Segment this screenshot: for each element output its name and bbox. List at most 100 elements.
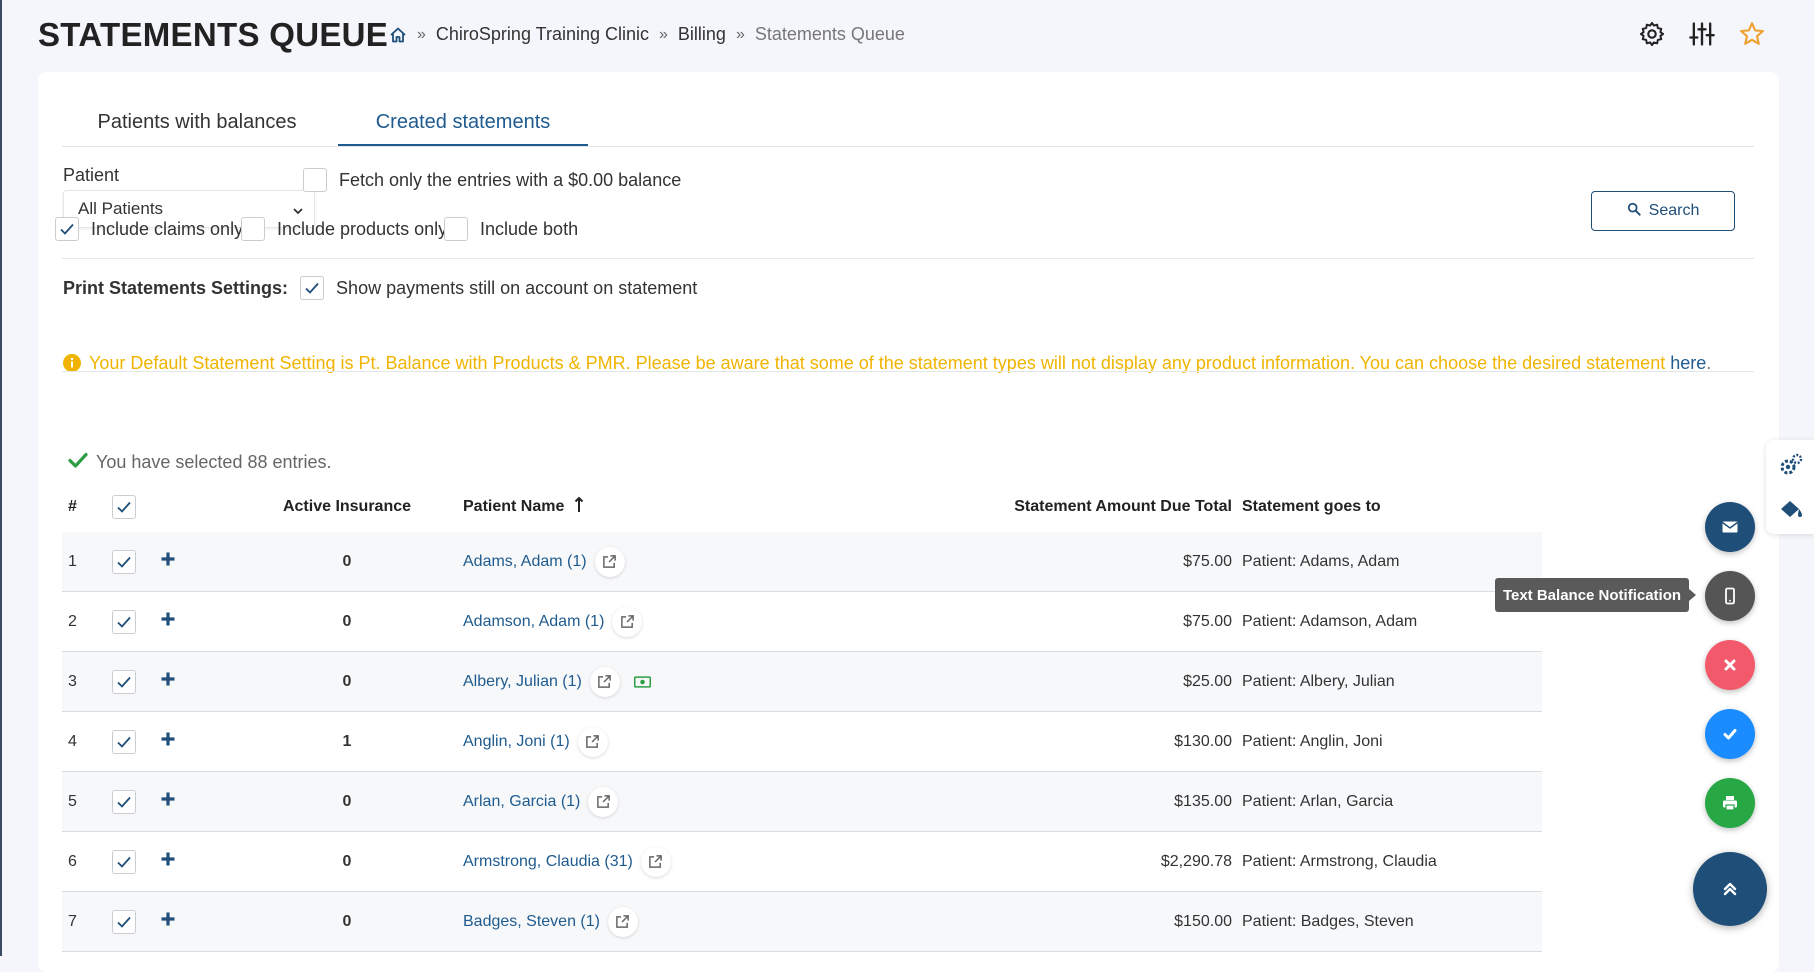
patient-name-cell: Anglin, Joni (1) [463, 712, 608, 771]
active-insurance: 0 [342, 612, 352, 630]
scroll-to-top-button[interactable] [1693, 852, 1767, 926]
patient-name-link[interactable]: Arlan, Garcia (1) [463, 793, 580, 811]
products-only-checkbox[interactable] [241, 217, 265, 241]
external-link-icon[interactable] [607, 906, 638, 937]
patient-name-link[interactable]: Anglin, Joni (1) [463, 733, 570, 751]
plus-icon[interactable] [160, 851, 176, 872]
plus-icon[interactable] [160, 551, 176, 572]
tab-patients-with-balances[interactable]: Patients with balances [62, 100, 332, 144]
column-header-goes-to[interactable]: Statement goes to [1242, 482, 1381, 532]
breadcrumb-clinic[interactable]: ChiroSpring Training Clinic [436, 24, 649, 45]
table-row: 1 0 Adams, Adam (1) $75.00 Patient: Adam… [62, 532, 1542, 592]
patient-name-link[interactable]: Badges, Steven (1) [463, 913, 600, 931]
row-checkbox[interactable] [112, 549, 136, 574]
star-icon[interactable] [1736, 18, 1768, 50]
gears-icon[interactable] [1778, 452, 1804, 478]
patient-name-link[interactable]: Armstrong, Claudia (31) [463, 853, 633, 871]
check-icon [60, 223, 74, 235]
fill-drip-icon[interactable] [1778, 496, 1804, 522]
table-row: 6 0 Armstrong, Claudia (31) $2,290.78 Pa… [62, 832, 1542, 892]
table-row: 3 0 Albery, Julian (1) $25.00 Patient: A… [62, 652, 1542, 712]
row-checkbox[interactable] [112, 729, 136, 754]
plus-icon[interactable] [160, 911, 176, 932]
products-only-option: Include products only [241, 217, 447, 241]
money-bill-icon [633, 675, 651, 688]
envelope-icon [1722, 521, 1738, 533]
check-icon [117, 796, 131, 808]
row-number: 6 [68, 852, 77, 870]
print-fab[interactable] [1705, 778, 1755, 828]
row-checkbox-cell [112, 712, 136, 771]
check-icon [117, 916, 131, 928]
expand-row-cell [160, 592, 176, 651]
cancel-fab[interactable] [1705, 640, 1755, 690]
row-checkbox[interactable] [112, 609, 136, 634]
confirm-fab[interactable] [1705, 709, 1755, 759]
select-all-cell [112, 482, 136, 532]
page-title: STATEMENTS QUEUE [38, 16, 389, 53]
external-link-icon[interactable] [589, 666, 620, 697]
statement-amount: $135.00 [1174, 792, 1232, 810]
breadcrumb-billing[interactable]: Billing [678, 24, 726, 45]
active-insurance: 0 [342, 552, 352, 570]
check-icon [305, 282, 319, 294]
selection-message: You have selected 88 entries. [68, 450, 332, 475]
home-icon[interactable] [389, 26, 407, 44]
plus-icon[interactable] [160, 611, 176, 632]
column-header-amount[interactable]: Statement Amount Due Total [962, 482, 1232, 532]
row-checkbox-cell [112, 772, 136, 831]
patient-name-cell: Badges, Steven (1) [463, 892, 638, 951]
select-all-checkbox[interactable] [112, 495, 136, 519]
row-checkbox-cell [112, 832, 136, 891]
column-header-patient-name[interactable]: Patient Name [463, 482, 584, 532]
row-checkbox-cell [112, 532, 136, 591]
search-button-label: Search [1648, 202, 1700, 219]
external-link-icon[interactable] [612, 606, 643, 637]
external-link-icon[interactable] [577, 726, 608, 757]
gear-icon[interactable] [1636, 18, 1668, 50]
expand-row-cell [160, 832, 176, 891]
row-checkbox-cell [112, 652, 136, 711]
zero-balance-checkbox[interactable] [303, 168, 327, 192]
text-balance-notification-fab[interactable] [1705, 571, 1755, 621]
notice-text: Your Default Statement Setting is Pt. Ba… [89, 353, 1666, 373]
include-both-checkbox[interactable] [444, 217, 468, 241]
statement-amount: $75.00 [1183, 612, 1232, 630]
external-link-icon[interactable] [640, 846, 671, 877]
breadcrumb-current: Statements Queue [754, 24, 905, 44]
double-chevron-up-icon [1723, 882, 1737, 896]
check-icon [117, 676, 131, 688]
column-header-insurance[interactable]: Active Insurance [272, 482, 422, 532]
active-insurance: 1 [342, 732, 352, 750]
patient-name-link[interactable]: Adamson, Adam (1) [463, 613, 604, 631]
side-panel [1766, 440, 1814, 534]
row-checkbox[interactable] [112, 669, 136, 694]
external-link-icon[interactable] [594, 546, 625, 577]
patient-name-link[interactable]: Albery, Julian (1) [463, 673, 582, 691]
row-checkbox[interactable] [112, 909, 136, 934]
products-only-label: Include products only [277, 218, 448, 239]
row-checkbox[interactable] [112, 789, 136, 814]
show-payments-checkbox[interactable] [300, 276, 325, 300]
claims-only-checkbox[interactable] [55, 217, 79, 241]
patient-name-cell: Adamson, Adam (1) [463, 592, 643, 651]
sliders-icon[interactable] [1686, 18, 1718, 50]
statement-recipient: Patient: Anglin, Joni [1242, 732, 1383, 750]
row-checkbox[interactable] [112, 849, 136, 874]
patient-name-link[interactable]: Adams, Adam (1) [463, 553, 587, 571]
email-fab[interactable] [1705, 502, 1755, 552]
notice-here-link[interactable]: here [1670, 353, 1706, 373]
table-row: 2 0 Adamson, Adam (1) $75.00 Patient: Ad… [62, 592, 1542, 652]
check-icon [117, 856, 131, 868]
zero-balance-label: Fetch only the entries with a $0.00 bala… [339, 169, 682, 190]
plus-icon[interactable] [160, 671, 176, 692]
search-icon [1627, 202, 1641, 221]
row-checkbox-cell [112, 892, 136, 951]
statement-amount: $2,290.78 [1160, 852, 1232, 870]
external-link-icon[interactable] [588, 786, 619, 817]
plus-icon[interactable] [160, 731, 176, 752]
plus-icon[interactable] [160, 791, 176, 812]
sort-arrow-up-icon [574, 496, 584, 518]
tab-created-statements[interactable]: Created statements [338, 100, 588, 146]
search-button[interactable]: Search [1591, 191, 1735, 231]
